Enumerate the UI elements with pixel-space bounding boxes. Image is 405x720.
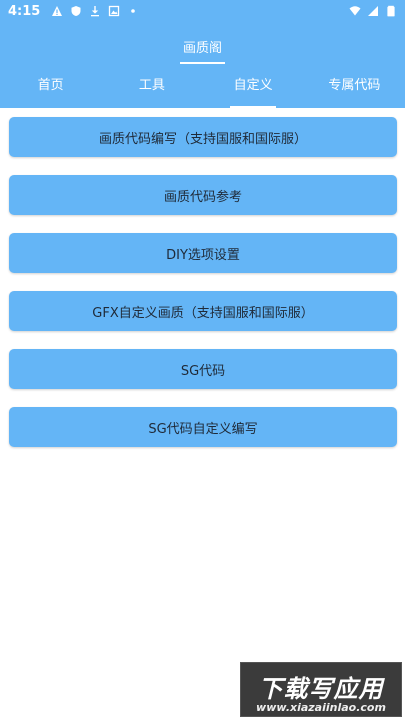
watermark-title: 下载写应用 bbox=[258, 675, 384, 703]
tab-home[interactable]: 首页 bbox=[0, 68, 101, 108]
wifi-icon bbox=[349, 6, 361, 16]
sg-code-button[interactable]: SG代码 bbox=[9, 349, 397, 389]
quality-code-write-button[interactable]: 画质代码编写（支持国服和国际服） bbox=[9, 117, 397, 157]
page-title: 画质阁 bbox=[182, 41, 222, 56]
signal-icon bbox=[368, 6, 378, 16]
download-icon bbox=[91, 6, 100, 17]
sg-code-custom-write-button[interactable]: SG代码自定义编写 bbox=[9, 407, 397, 447]
tab-exclusive-code[interactable]: 专属代码 bbox=[304, 68, 405, 108]
quality-code-reference-button[interactable]: 画质代码参考 bbox=[9, 175, 397, 215]
tab-custom[interactable]: 自定义 bbox=[203, 68, 304, 108]
gfx-custom-quality-button[interactable]: GFX自定义画质（支持国服和国际服） bbox=[9, 291, 397, 331]
battery-icon bbox=[387, 5, 395, 17]
shield-icon bbox=[71, 6, 81, 16]
title-underline bbox=[180, 62, 225, 64]
button-list: 画质代码编写（支持国服和国际服） 画质代码参考 DIY选项设置 GFX自定义画质… bbox=[9, 117, 397, 465]
notification-dot-icon bbox=[131, 9, 136, 13]
tab-tools[interactable]: 工具 bbox=[101, 68, 202, 108]
tab-bar: 首页 工具 自定义 专属代码 bbox=[0, 68, 405, 108]
watermark-logo: 下载写应用 www.xiazaiinlao.com bbox=[240, 662, 402, 717]
image-icon bbox=[109, 5, 120, 17]
status-bar: 4:15 bbox=[0, 0, 405, 22]
watermark-url: www.xiazaiinlao.com bbox=[256, 701, 386, 714]
warning-icon bbox=[52, 6, 63, 16]
diy-options-button[interactable]: DIY选项设置 bbox=[9, 233, 397, 273]
status-time: 4:15 bbox=[8, 3, 41, 19]
app-bar: 画质阁 bbox=[0, 22, 405, 68]
